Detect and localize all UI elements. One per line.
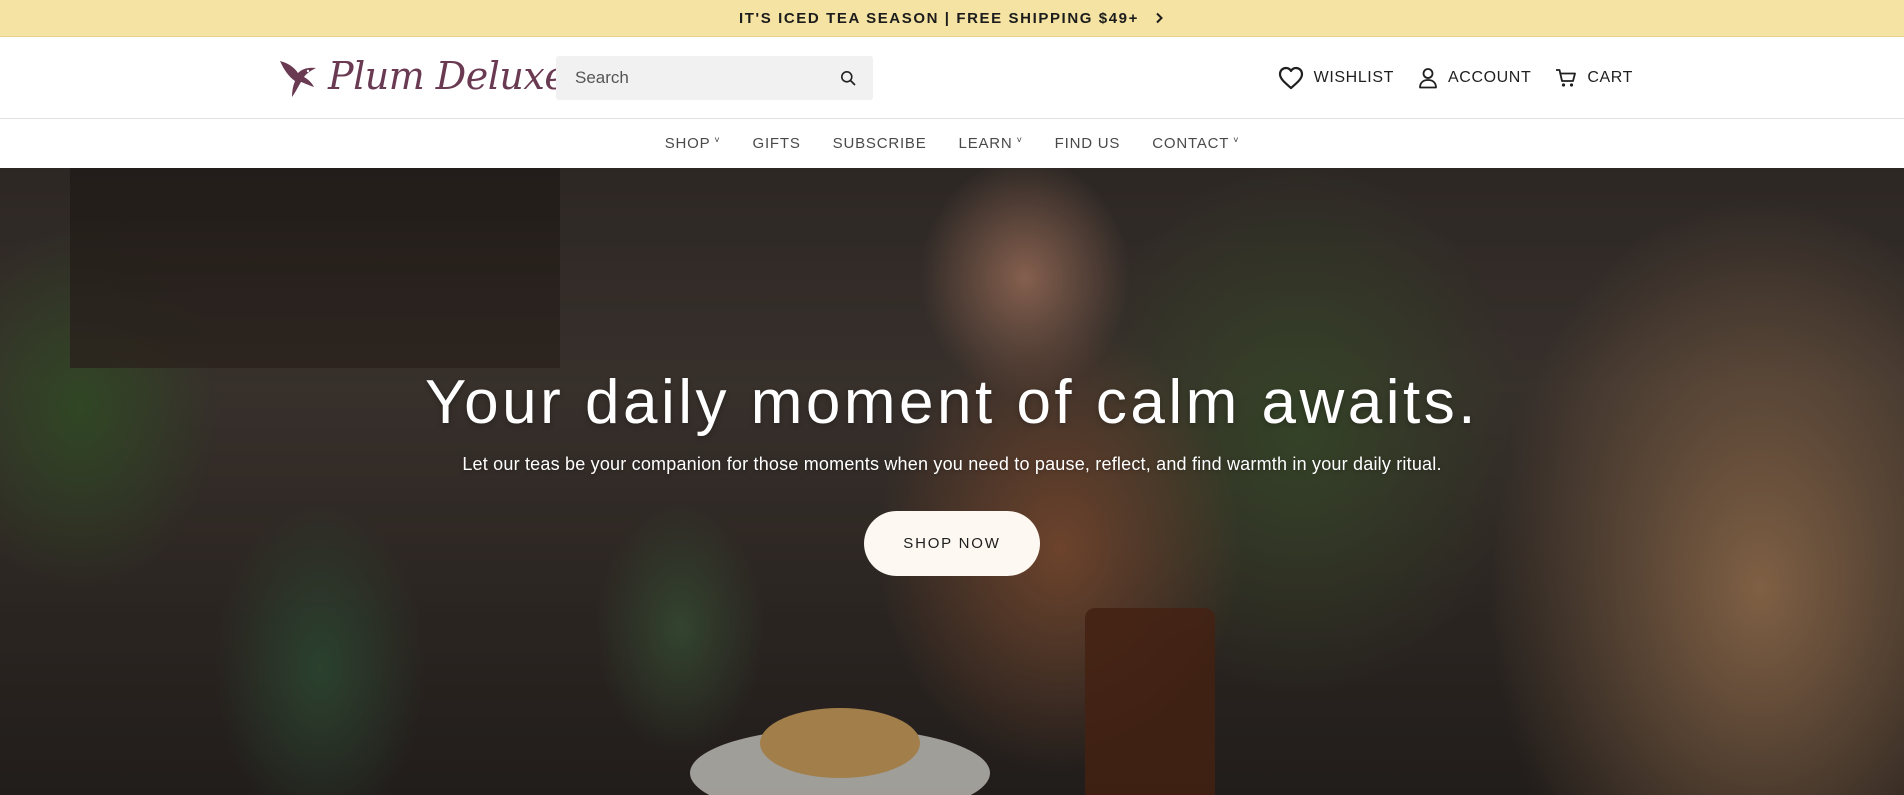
logo[interactable]: Plum Deluxe — [278, 53, 567, 99]
cart-label[interactable]: CART — [1587, 69, 1633, 87]
main-nav: SHOP ˅ GIFTS SUBSCRIBE LEARN ˅ FIND US C… — [0, 119, 1904, 168]
search-input[interactable] — [575, 68, 839, 88]
hero-content: Your daily moment of calm awaits. Let ou… — [0, 368, 1904, 576]
hero-title: Your daily moment of calm awaits. — [425, 368, 1479, 437]
chevron-down-icon[interactable]: ˅ — [1017, 135, 1023, 145]
chevron-right-icon[interactable] — [1153, 12, 1165, 24]
announcement-text[interactable]: IT'S ICED TEA SEASON | FREE SHIPPING $49… — [739, 10, 1139, 27]
header-utilities: WISHLIST ACCOUNT CART — [1278, 37, 1633, 119]
nav-item-label[interactable]: SHOP — [665, 135, 711, 152]
wishlist-label[interactable]: WISHLIST — [1314, 69, 1394, 87]
nav-item-find-us[interactable]: FIND US — [1055, 135, 1121, 152]
search-bar[interactable] — [556, 56, 873, 100]
cart-link[interactable]: CART — [1555, 68, 1633, 88]
hummingbird-icon — [280, 61, 316, 97]
nav-item-shop[interactable]: SHOP ˅ — [665, 135, 721, 152]
search-icon[interactable] — [839, 69, 857, 87]
nav-item-label[interactable]: CONTACT — [1152, 135, 1229, 152]
nav-item-contact[interactable]: CONTACT ˅ — [1152, 135, 1239, 152]
nav-item-label[interactable]: FIND US — [1055, 135, 1121, 152]
announcement-bar[interactable]: IT'S ICED TEA SEASON | FREE SHIPPING $49… — [0, 0, 1904, 37]
chevron-down-icon[interactable]: ˅ — [714, 135, 720, 145]
nav-item-label[interactable]: SUBSCRIBE — [833, 135, 927, 152]
hero-subtitle: Let our teas be your companion for those… — [462, 454, 1442, 474]
hero-banner: Your daily moment of calm awaits. Let ou… — [0, 168, 1904, 795]
account-link[interactable]: ACCOUNT — [1418, 67, 1531, 89]
nav-item-label[interactable]: GIFTS — [752, 135, 800, 152]
user-icon — [1418, 67, 1438, 89]
heart-icon — [1278, 66, 1304, 90]
shop-now-button[interactable]: SHOP NOW — [864, 511, 1040, 576]
chevron-down-icon[interactable]: ˅ — [1233, 135, 1239, 145]
nav-item-learn[interactable]: LEARN ˅ — [959, 135, 1023, 152]
wishlist-link[interactable]: WISHLIST — [1278, 66, 1394, 90]
cart-icon — [1555, 68, 1577, 88]
nav-item-label[interactable]: LEARN — [959, 135, 1013, 152]
nav-item-subscribe[interactable]: SUBSCRIBE — [833, 135, 927, 152]
nav-item-gifts[interactable]: GIFTS — [752, 135, 800, 152]
account-label[interactable]: ACCOUNT — [1448, 69, 1531, 87]
site-header: Plum Deluxe WISHLIST ACCOUNT CART — [0, 37, 1904, 119]
logo-text: Plum Deluxe — [328, 54, 567, 98]
